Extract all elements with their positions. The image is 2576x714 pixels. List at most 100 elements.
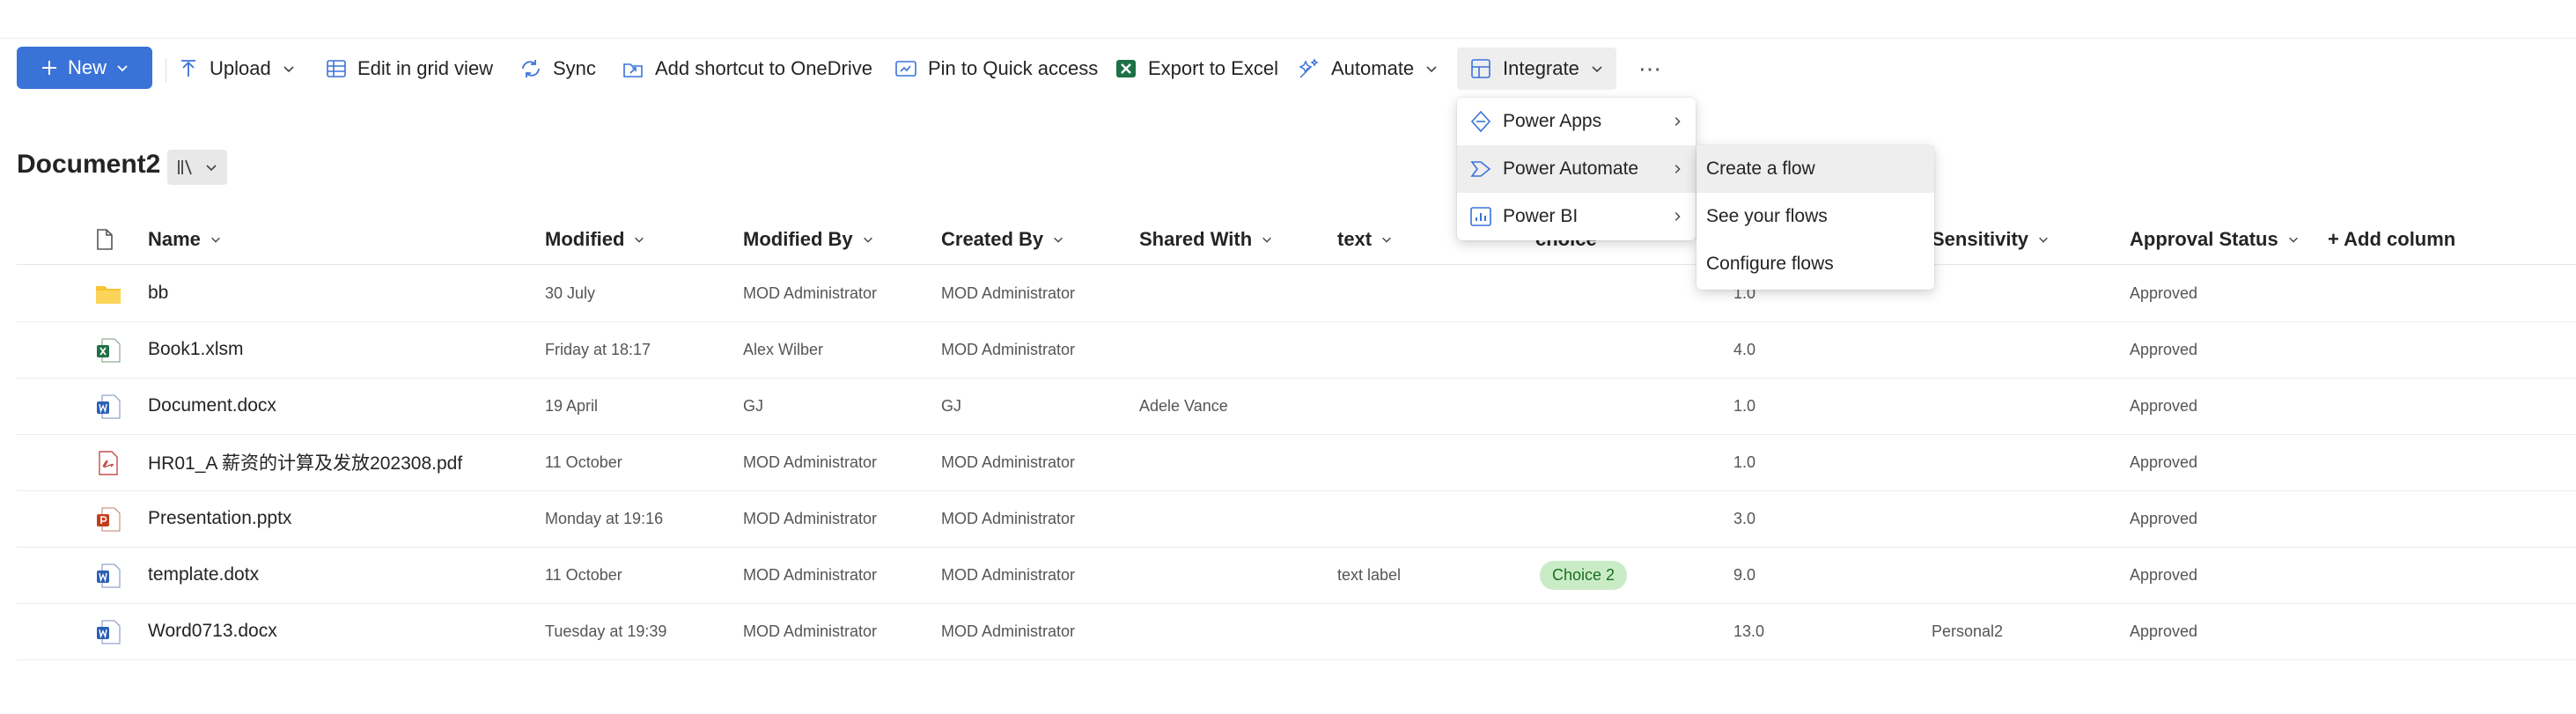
choice-chip: Choice 2 bbox=[1540, 560, 1628, 590]
command-bar: New Upload Edit in grid view Sync Add sh… bbox=[0, 44, 2576, 93]
grid-icon bbox=[327, 60, 346, 77]
more-icon[interactable]: ⋯ bbox=[1638, 55, 1661, 83]
approval-cell: Approved bbox=[2130, 283, 2198, 302]
modified-by-cell: MOD Administrator bbox=[743, 565, 878, 584]
modified-cell: Monday at 19:16 bbox=[545, 509, 664, 527]
export-excel-label: Export to Excel bbox=[1148, 57, 1278, 79]
table-row[interactable]: Presentation.pptx Monday at 19:16 MOD Ad… bbox=[17, 490, 2576, 548]
menu-item-power-bi[interactable]: Power BI bbox=[1457, 193, 1696, 240]
upload-button[interactable]: Upload bbox=[173, 48, 301, 90]
choice-cell: Choice 2 bbox=[1540, 547, 1628, 603]
column-header-name[interactable]: Name bbox=[148, 220, 222, 259]
menu-item-label: Power BI bbox=[1503, 206, 1579, 226]
text-cell: text label bbox=[1337, 565, 1402, 584]
chevron-down-icon bbox=[1054, 237, 1064, 243]
created-by-cell: GJ bbox=[941, 396, 962, 415]
pin-quick-access-label: Pin to Quick access bbox=[928, 57, 1099, 79]
sync-label: Sync bbox=[553, 57, 596, 79]
menu-item-configure-flows[interactable]: Configure flows bbox=[1696, 240, 1934, 288]
view-switcher-button[interactable] bbox=[167, 150, 227, 185]
column-header-text[interactable]: text bbox=[1337, 220, 1393, 259]
column-header-shared-with[interactable]: Shared With bbox=[1139, 220, 1273, 259]
modified-cell: Friday at 18:17 bbox=[545, 340, 651, 358]
pin-quick-access-button[interactable]: Pin to Quick access bbox=[889, 48, 1103, 90]
chevron-right-icon bbox=[1674, 165, 1681, 173]
excel-icon bbox=[1116, 60, 1136, 77]
column-header-approval-status[interactable]: Approval Status bbox=[2130, 220, 2300, 259]
file-name[interactable]: Document.docx bbox=[148, 378, 276, 434]
chevron-down-icon bbox=[2039, 237, 2048, 243]
version-cell: 1.0 bbox=[1733, 396, 1756, 415]
table-row[interactable]: Word0713.docx Tuesday at 19:39 MOD Admin… bbox=[17, 603, 2576, 660]
folder-icon bbox=[96, 286, 121, 304]
add-column-button[interactable]: + Add column bbox=[2328, 220, 2455, 259]
upload-label: Upload bbox=[210, 57, 271, 79]
integrate-label: Integrate bbox=[1503, 57, 1579, 79]
file-name[interactable]: Presentation.pptx bbox=[148, 490, 291, 547]
new-button-label: New bbox=[67, 56, 107, 78]
file-name[interactable]: Word0713.docx bbox=[148, 603, 277, 659]
new-button[interactable]: New bbox=[17, 47, 152, 89]
add-shortcut-label: Add shortcut to OneDrive bbox=[655, 57, 873, 79]
column-header-modified[interactable]: Modified bbox=[545, 220, 645, 259]
excel-file-icon bbox=[97, 338, 121, 363]
column-header-created-by[interactable]: Created By bbox=[941, 220, 1064, 259]
created-by-cell: MOD Administrator bbox=[941, 283, 1076, 302]
file-name[interactable]: template.dotx bbox=[148, 547, 259, 603]
created-by-cell: MOD Administrator bbox=[941, 622, 1076, 640]
created-by-cell: MOD Administrator bbox=[941, 340, 1076, 358]
export-excel-button[interactable]: Export to Excel bbox=[1109, 48, 1284, 90]
chevron-down-icon bbox=[863, 237, 872, 243]
table-row[interactable]: HR01_A 薪资的计算及发放202308.pdf 11 October MOD… bbox=[17, 434, 2576, 491]
menu-item-power-apps[interactable]: Power Apps bbox=[1457, 98, 1696, 145]
column-header-sensitivity[interactable]: Sensitivity bbox=[1932, 220, 2050, 259]
chevron-down-icon bbox=[283, 66, 294, 73]
word-template-icon bbox=[97, 563, 121, 588]
plus-icon bbox=[41, 61, 56, 75]
version-cell: 3.0 bbox=[1733, 509, 1756, 527]
approval-cell: Approved bbox=[2130, 565, 2198, 584]
approval-cell: Approved bbox=[2130, 453, 2198, 471]
add-shortcut-button[interactable]: Add shortcut to OneDrive bbox=[616, 48, 878, 90]
version-cell: 13.0 bbox=[1733, 622, 1765, 640]
table-row[interactable]: template.dotx 11 October MOD Administrat… bbox=[17, 547, 2576, 604]
table-row[interactable]: Document.docx 19 April GJ GJ Adele Vance… bbox=[17, 378, 2576, 435]
column-header-label: Modified bbox=[545, 228, 625, 250]
more-button[interactable]: ⋯ bbox=[1633, 48, 1667, 90]
file-type-header[interactable] bbox=[95, 220, 114, 259]
edit-grid-view-button[interactable]: Edit in grid view bbox=[320, 48, 498, 90]
column-header-label: Sensitivity bbox=[1932, 228, 2029, 250]
power-bi-icon bbox=[1470, 207, 1491, 226]
table-row[interactable]: bb 30 July MOD Administrator MOD Adminis… bbox=[17, 265, 2576, 322]
sync-button[interactable]: Sync bbox=[514, 48, 601, 90]
power-apps-icon bbox=[1470, 110, 1491, 133]
chevron-down-icon bbox=[206, 165, 217, 172]
table-header: Name Modified Modified By Created By Sha… bbox=[0, 220, 2576, 265]
edit-grid-view-label: Edit in grid view bbox=[357, 57, 494, 79]
approval-cell: Approved bbox=[2130, 509, 2198, 527]
approval-cell: Approved bbox=[2130, 340, 2198, 358]
file-name[interactable]: HR01_A 薪资的计算及发放202308.pdf bbox=[148, 434, 462, 490]
file-name[interactable]: bb bbox=[148, 265, 168, 321]
column-header-modified-by[interactable]: Modified By bbox=[743, 220, 874, 259]
integrate-button[interactable]: Integrate bbox=[1457, 48, 1616, 90]
menu-item-label: Power Automate bbox=[1503, 158, 1639, 179]
top-divider bbox=[0, 38, 2576, 39]
library-title: Document2 bbox=[17, 150, 161, 179]
menu-item-label: See your flows bbox=[1706, 206, 1828, 226]
pin-icon bbox=[895, 61, 916, 77]
approval-cell: Approved bbox=[2130, 622, 2198, 640]
menu-item-see-flows[interactable]: See your flows bbox=[1696, 193, 1934, 240]
automate-label: Automate bbox=[1331, 57, 1415, 79]
powerpoint-file-icon bbox=[97, 507, 121, 532]
automate-button[interactable]: Automate bbox=[1292, 48, 1444, 90]
table-row[interactable]: Book1.xlsm Friday at 18:17 Alex Wilber M… bbox=[17, 321, 2576, 379]
menu-item-power-automate[interactable]: Power Automate bbox=[1457, 145, 1696, 193]
chevron-down-icon bbox=[1382, 237, 1391, 243]
column-header-label: Created By bbox=[941, 228, 1044, 250]
modified-by-cell: GJ bbox=[743, 396, 764, 415]
file-name[interactable]: Book1.xlsm bbox=[148, 321, 244, 378]
menu-item-label: Power Apps bbox=[1503, 111, 1602, 131]
menu-item-label: Configure flows bbox=[1706, 254, 1834, 274]
menu-item-create-flow[interactable]: Create a flow bbox=[1696, 145, 1934, 193]
